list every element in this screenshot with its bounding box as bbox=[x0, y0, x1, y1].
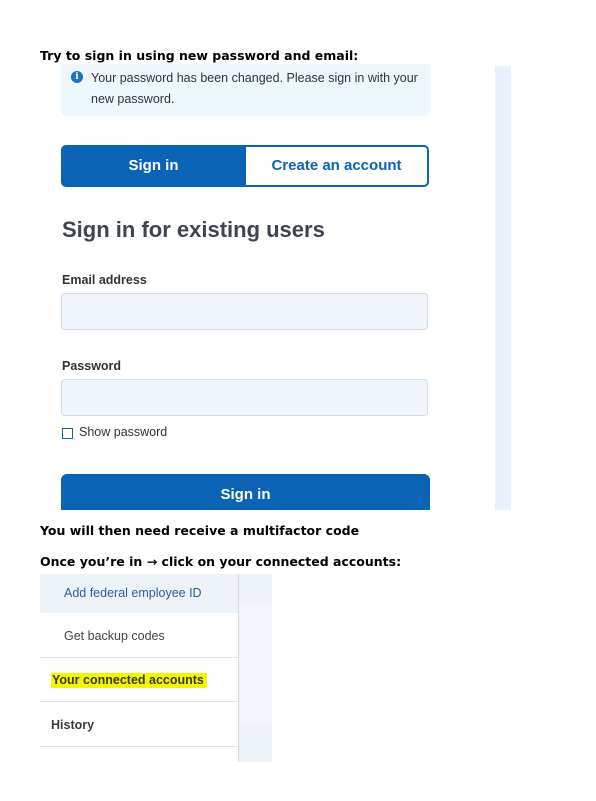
instruction-step-2: You will then need receive a multifactor… bbox=[40, 523, 360, 538]
menu-item-history[interactable]: History bbox=[40, 703, 238, 747]
menu-item-label: Get backup codes bbox=[64, 629, 165, 643]
menu-item-add-federal-id[interactable]: Add federal employee ID bbox=[40, 574, 238, 613]
instruction-step-3-prefix: Once you’re in bbox=[40, 554, 143, 569]
password-field[interactable] bbox=[61, 379, 428, 416]
page-title: Sign in for existing users bbox=[62, 217, 325, 242]
auth-tabs: Sign in Create an account bbox=[61, 145, 429, 187]
email-label: Email address bbox=[62, 273, 147, 287]
menu-item-label-highlighted: Your connected accounts bbox=[51, 673, 207, 688]
menu-item-backup-codes[interactable]: Get backup codes bbox=[40, 618, 238, 658]
instruction-step-1: Try to sign in using new password and em… bbox=[40, 48, 359, 63]
menu-item-label: Add federal employee ID bbox=[64, 586, 202, 600]
show-password-checkbox[interactable] bbox=[62, 428, 73, 439]
signin-screenshot: i Your password has been changed. Please… bbox=[40, 64, 512, 510]
scrollbar-rail bbox=[495, 66, 511, 510]
password-changed-alert: i Your password has been changed. Please… bbox=[61, 64, 430, 116]
info-icon: i bbox=[71, 71, 83, 83]
instruction-step-3-suffix: click on your connected accounts: bbox=[161, 554, 402, 569]
account-menu-screenshot: Add federal employee ID Get backup codes… bbox=[40, 574, 272, 762]
panel-edge-segment bbox=[239, 724, 272, 762]
menu-item-connected-accounts[interactable]: Your connected accounts bbox=[40, 659, 238, 702]
panel-edge-segment bbox=[239, 604, 272, 724]
alert-message: Your password has been changed. Please s… bbox=[91, 71, 418, 106]
password-label: Password bbox=[62, 359, 122, 373]
arrow-right-icon: → bbox=[146, 554, 158, 569]
email-field[interactable] bbox=[61, 293, 428, 330]
instruction-step-3: Once you’re in → click on your connected… bbox=[40, 554, 401, 569]
sign-in-button[interactable]: Sign in bbox=[61, 474, 430, 510]
tab-create-account[interactable]: Create an account bbox=[244, 145, 429, 187]
tab-sign-in[interactable]: Sign in bbox=[61, 145, 246, 187]
menu-item-label: History bbox=[51, 718, 95, 732]
show-password-label: Show password bbox=[79, 425, 168, 439]
panel-edge-segment bbox=[239, 574, 272, 604]
content-panel-edge bbox=[239, 574, 272, 762]
